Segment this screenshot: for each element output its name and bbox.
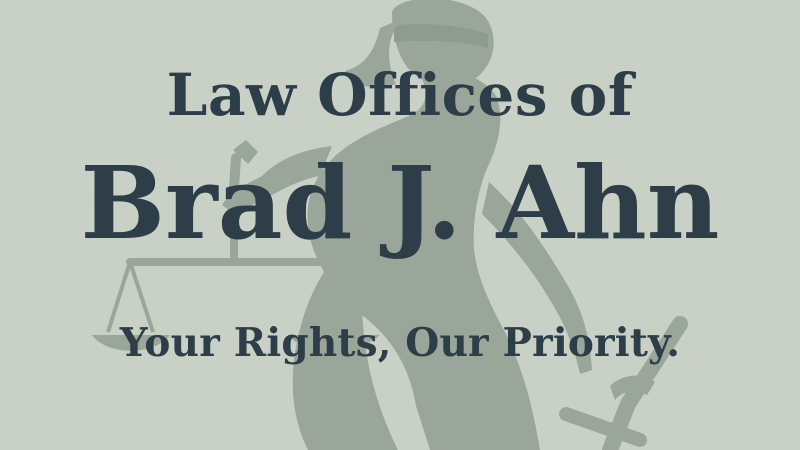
attorney-name: Brad J. Ahn: [80, 144, 720, 262]
law-office-banner: Law Offices of Brad J. Ahn Your Rights, …: [0, 0, 800, 450]
banner-text-group: Law Offices of Brad J. Ahn Your Rights, …: [0, 0, 800, 450]
tagline: Your Rights, Our Priority.: [119, 320, 681, 366]
office-heading: Law Offices of: [166, 61, 634, 129]
